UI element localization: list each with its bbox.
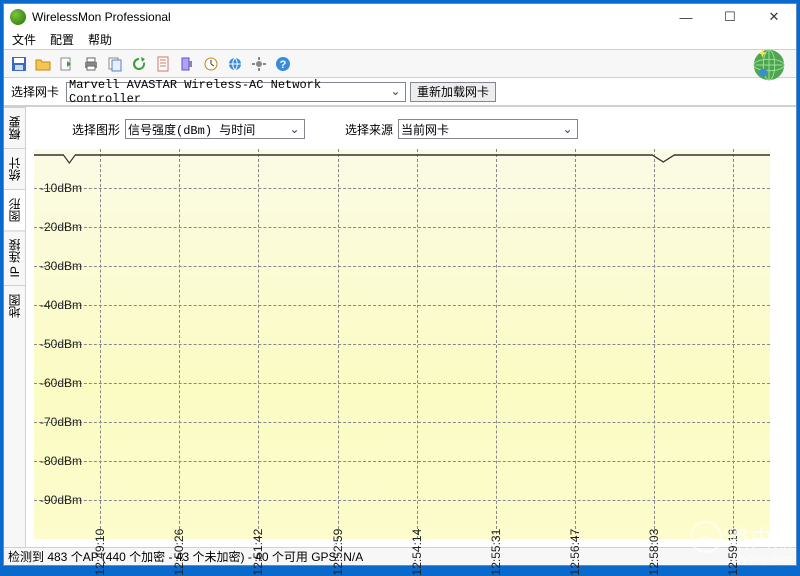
export-icon[interactable] [56, 53, 78, 75]
menu-bar: 文件 配置 帮助 [4, 30, 796, 50]
y-tick-label: -20dBm [40, 220, 82, 234]
help-icon[interactable]: ? [272, 53, 294, 75]
maximize-button[interactable]: ☐ [708, 4, 752, 30]
window-controls: — ☐ ✕ [664, 4, 796, 30]
save-icon[interactable] [8, 53, 30, 75]
card-icon[interactable] [176, 53, 198, 75]
source-select-label: 选择来源 [345, 121, 393, 138]
y-tick-label: -30dBm [40, 259, 82, 273]
adapter-bar: 选择网卡 Marvell AVASTAR Wireless-AC Network… [4, 78, 796, 106]
chevron-down-icon: ⌄ [560, 122, 575, 137]
menu-config[interactable]: 配置 [50, 31, 74, 48]
window-title: WirelessMon Professional [32, 10, 664, 24]
y-tick-label: -10dBm [40, 181, 82, 195]
copy-icon[interactable] [104, 53, 126, 75]
toolbar: ? [4, 50, 796, 78]
log-icon[interactable] [152, 53, 174, 75]
open-icon[interactable] [32, 53, 54, 75]
app-window: WirelessMon Professional — ☐ ✕ 文件 配置 帮助 … [3, 3, 797, 566]
chart-select-label: 选择图形 [72, 121, 120, 138]
app-icon [10, 9, 26, 25]
y-tick-label: -70dBm [40, 415, 82, 429]
adapter-select[interactable]: Marvell AVASTAR Wireless-AC Network Cont… [66, 82, 406, 102]
chart-select[interactable]: 信号强度(dBm) 与时间 ⌄ [125, 119, 305, 139]
refresh-icon[interactable] [128, 53, 150, 75]
chevron-down-icon: ⌄ [287, 122, 302, 137]
minimize-button[interactable]: — [664, 4, 708, 30]
clock-icon[interactable] [200, 53, 222, 75]
tab-graph[interactable]: 图形 [4, 189, 25, 230]
y-tick-label: -90dBm [40, 493, 82, 507]
selector-row: 选择图形 信号强度(dBm) 与时间 ⌄ 选择来源 当前网卡 ⌄ [32, 113, 790, 145]
close-button[interactable]: ✕ [752, 4, 796, 30]
menu-file[interactable]: 文件 [12, 31, 36, 48]
source-select[interactable]: 当前网卡 ⌄ [398, 119, 578, 139]
adapter-label: 选择网卡 [11, 83, 59, 100]
chart: -10dBm -20dBm -30dBm -40dBm -50dBm -60dBm -70d… [34, 149, 770, 539]
print-icon[interactable] [80, 53, 102, 75]
y-tick-label: -50dBm [40, 337, 82, 351]
tab-map[interactable]: 地图 [4, 285, 25, 326]
y-tick-label: -80dBm [40, 454, 82, 468]
content-area: 选择图形 信号强度(dBm) 与时间 ⌄ 选择来源 当前网卡 ⌄ -10dBm-… [26, 107, 796, 547]
svg-text:?: ? [280, 59, 287, 71]
status-bar: 检测到 483 个AP (440 个加密 - 43 个未加密) - 40 个可用… [4, 547, 796, 565]
tab-stats[interactable]: 统计 [4, 148, 25, 189]
y-tick-label: -60dBm [40, 376, 82, 390]
signal-series [34, 153, 770, 156]
globe-small-icon[interactable] [224, 53, 246, 75]
main-body: 概要 统计 图形 IP 连接 地图 选择图形 信号强度(dBm) 与时间 ⌄ 选… [4, 106, 796, 547]
settings-icon[interactable] [248, 53, 270, 75]
y-tick-label: -40dBm [40, 298, 82, 312]
tab-ip-connect[interactable]: IP 连接 [4, 230, 25, 285]
vertical-tabs: 概要 统计 图形 IP 连接 地图 [4, 107, 26, 547]
globe-icon[interactable] [750, 46, 788, 84]
menu-help[interactable]: 帮助 [88, 31, 112, 48]
tab-summary[interactable]: 概要 [4, 107, 25, 148]
reload-adapter-button[interactable]: 重新加载网卡 [410, 82, 496, 102]
title-bar: WirelessMon Professional — ☐ ✕ [4, 4, 796, 30]
chevron-down-icon: ⌄ [388, 84, 403, 99]
